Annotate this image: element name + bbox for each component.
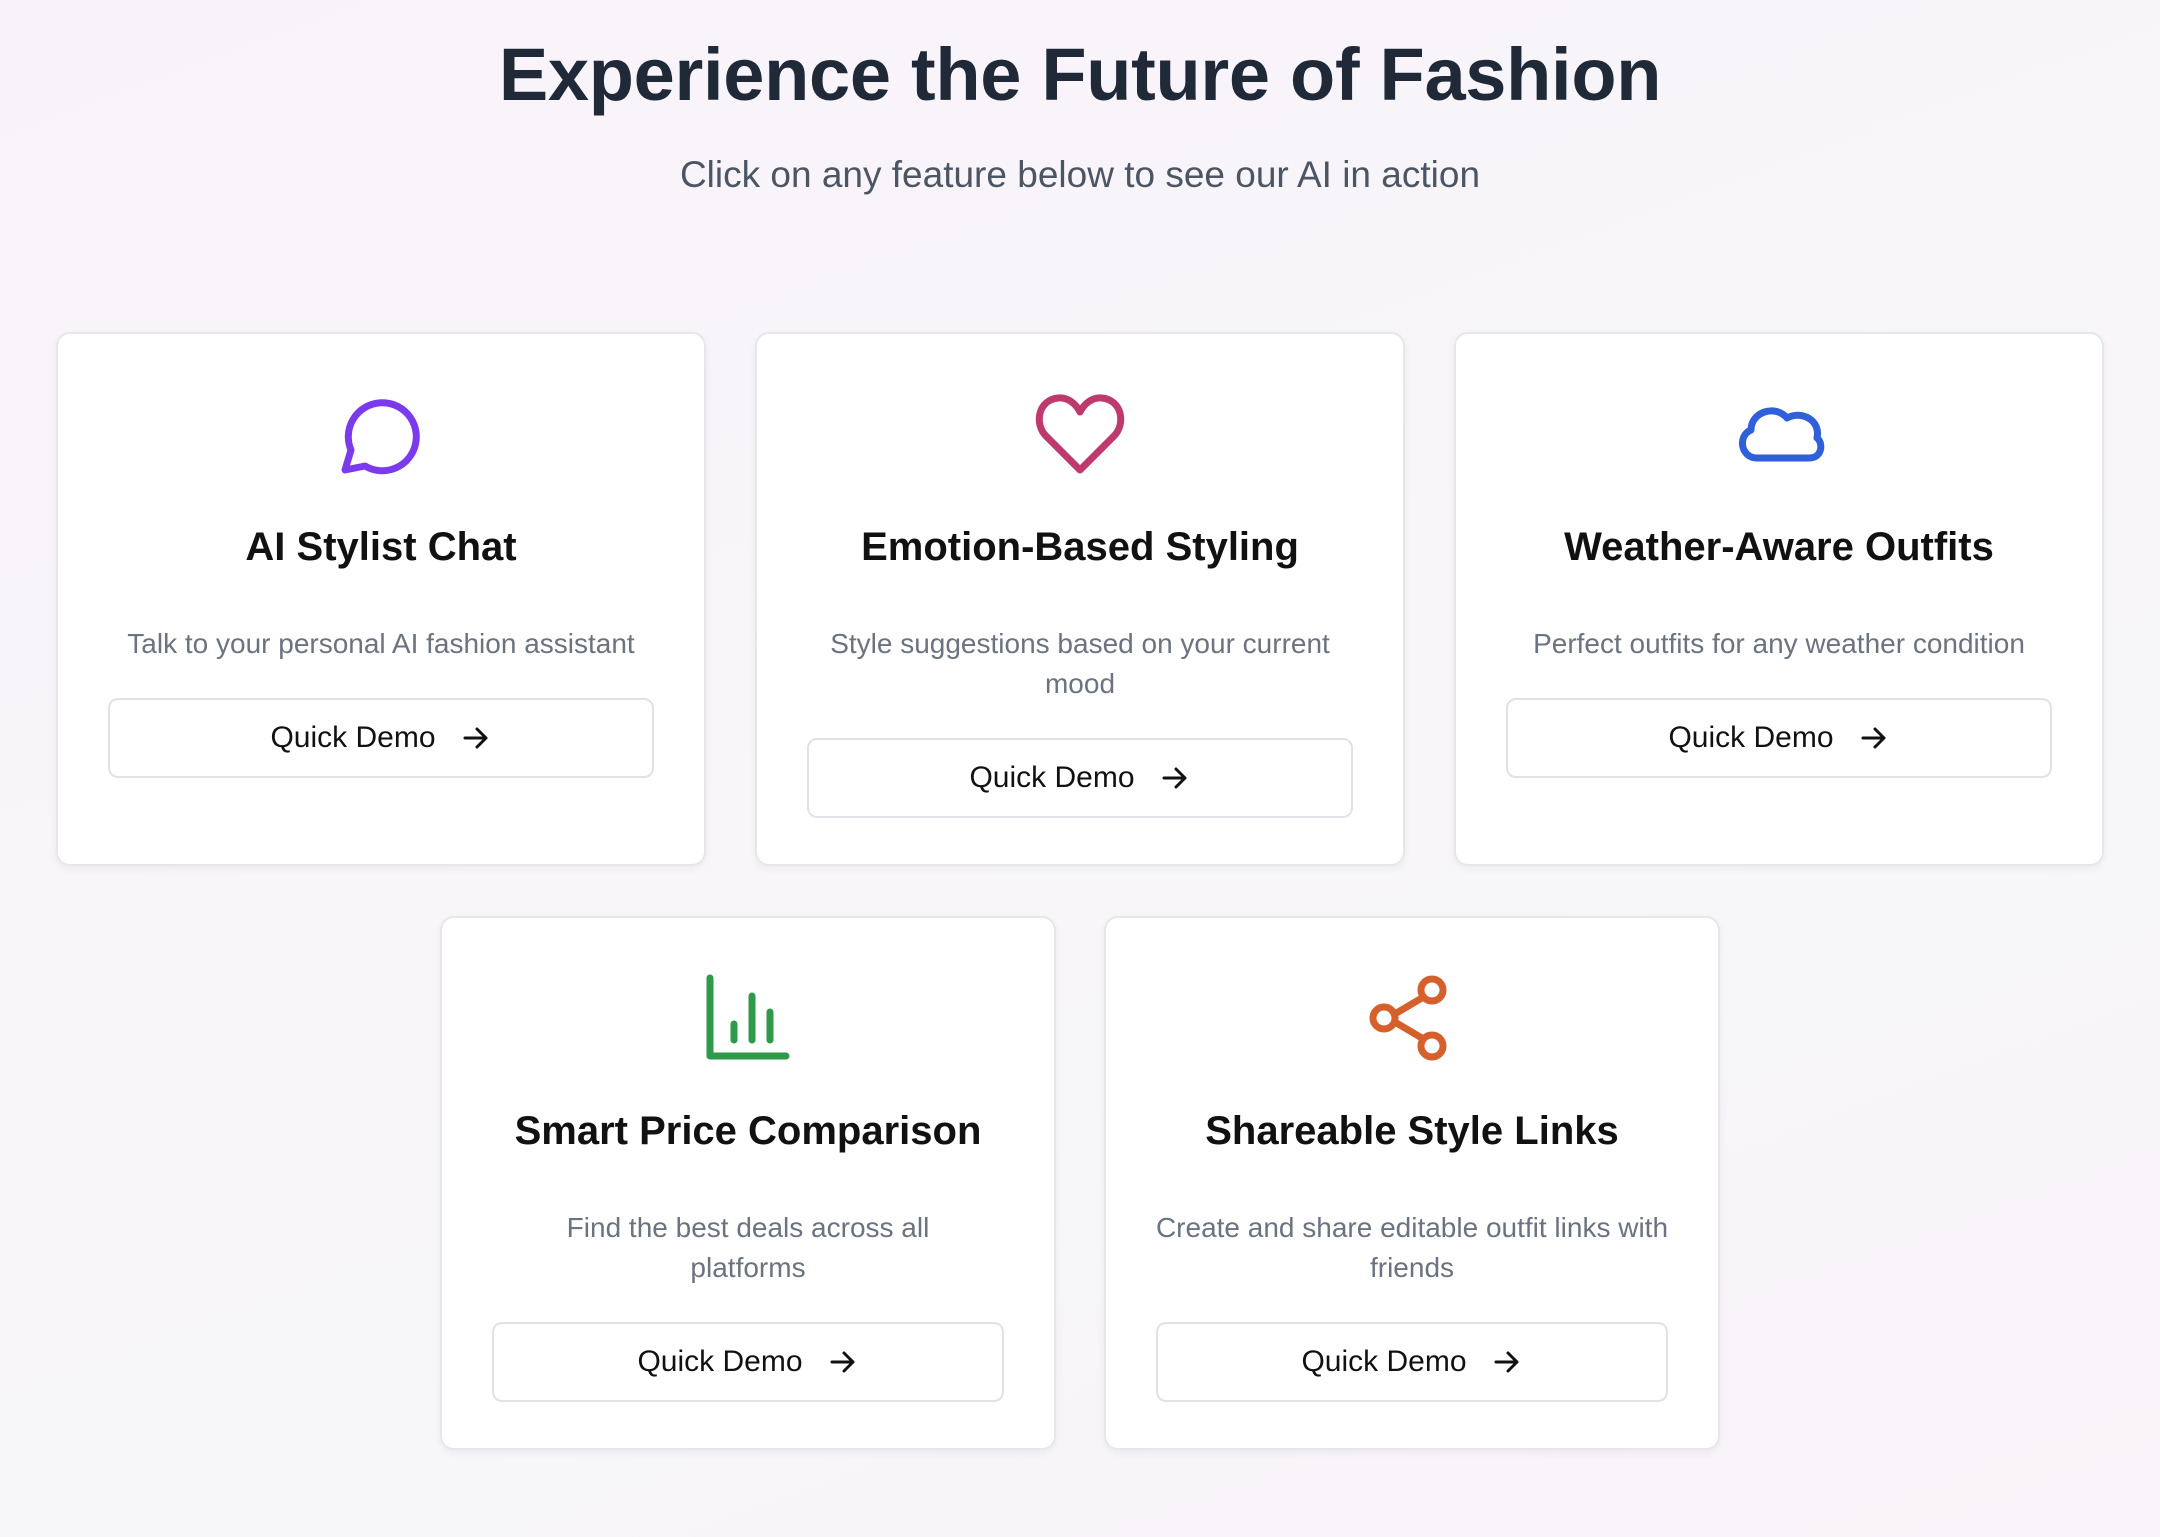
feature-card-emotion-based-styling[interactable]: Emotion-Based Styling Style suggestions …: [755, 332, 1405, 866]
feature-description: Find the best deals across all platforms: [566, 1212, 930, 1283]
heart-icon: [1032, 386, 1128, 482]
feature-title: Emotion-Based Styling: [861, 525, 1299, 569]
arrow-right-icon: [1159, 762, 1191, 794]
feature-card-weather-aware-outfits[interactable]: Weather-Aware Outfits Perfect outfits fo…: [1454, 332, 2104, 866]
page-subtitle: Click on any feature below to see our AI…: [679, 154, 1481, 195]
quick-demo-label: Quick Demo: [1668, 721, 1834, 754]
quick-demo-button[interactable]: Quick Demo: [807, 738, 1353, 818]
feature-description: Create and share editable outfit links w…: [1155, 1212, 1669, 1283]
feature-title: Weather-Aware Outfits: [1564, 525, 1994, 569]
arrow-right-icon: [460, 722, 492, 754]
quick-demo-label: Quick Demo: [1301, 1345, 1467, 1378]
quick-demo-label: Quick Demo: [969, 761, 1135, 794]
feature-description: Talk to your personal AI fashion assista…: [127, 628, 635, 659]
quick-demo-label: Quick Demo: [637, 1345, 803, 1378]
chat-bubble-icon: [333, 386, 429, 482]
bar-chart-icon: [700, 970, 796, 1066]
feature-title: AI Stylist Chat: [245, 525, 517, 569]
quick-demo-button[interactable]: Quick Demo: [108, 698, 654, 778]
quick-demo-button[interactable]: Quick Demo: [1156, 1322, 1668, 1402]
share-icon: [1364, 970, 1460, 1066]
cloud-icon: [1731, 386, 1827, 482]
feature-description: Perfect outfits for any weather conditio…: [1533, 628, 2025, 659]
feature-card-shareable-style-links[interactable]: Shareable Style Links Create and share e…: [1104, 916, 1720, 1450]
arrow-right-icon: [1858, 722, 1890, 754]
arrow-right-icon: [1491, 1346, 1523, 1378]
feature-title: Shareable Style Links: [1205, 1109, 1619, 1153]
feature-card-ai-stylist-chat[interactable]: AI Stylist Chat Talk to your personal AI…: [56, 332, 706, 866]
feature-card-smart-price-comparison[interactable]: Smart Price Comparison Find the best dea…: [440, 916, 1056, 1450]
feature-title: Smart Price Comparison: [514, 1109, 982, 1153]
page-title: Experience the Future of Fashion: [498, 33, 1662, 116]
feature-description: Style suggestions based on your current …: [830, 628, 1330, 699]
quick-demo-label: Quick Demo: [270, 721, 436, 754]
arrow-right-icon: [827, 1346, 859, 1378]
quick-demo-button[interactable]: Quick Demo: [492, 1322, 1004, 1402]
quick-demo-button[interactable]: Quick Demo: [1506, 698, 2052, 778]
